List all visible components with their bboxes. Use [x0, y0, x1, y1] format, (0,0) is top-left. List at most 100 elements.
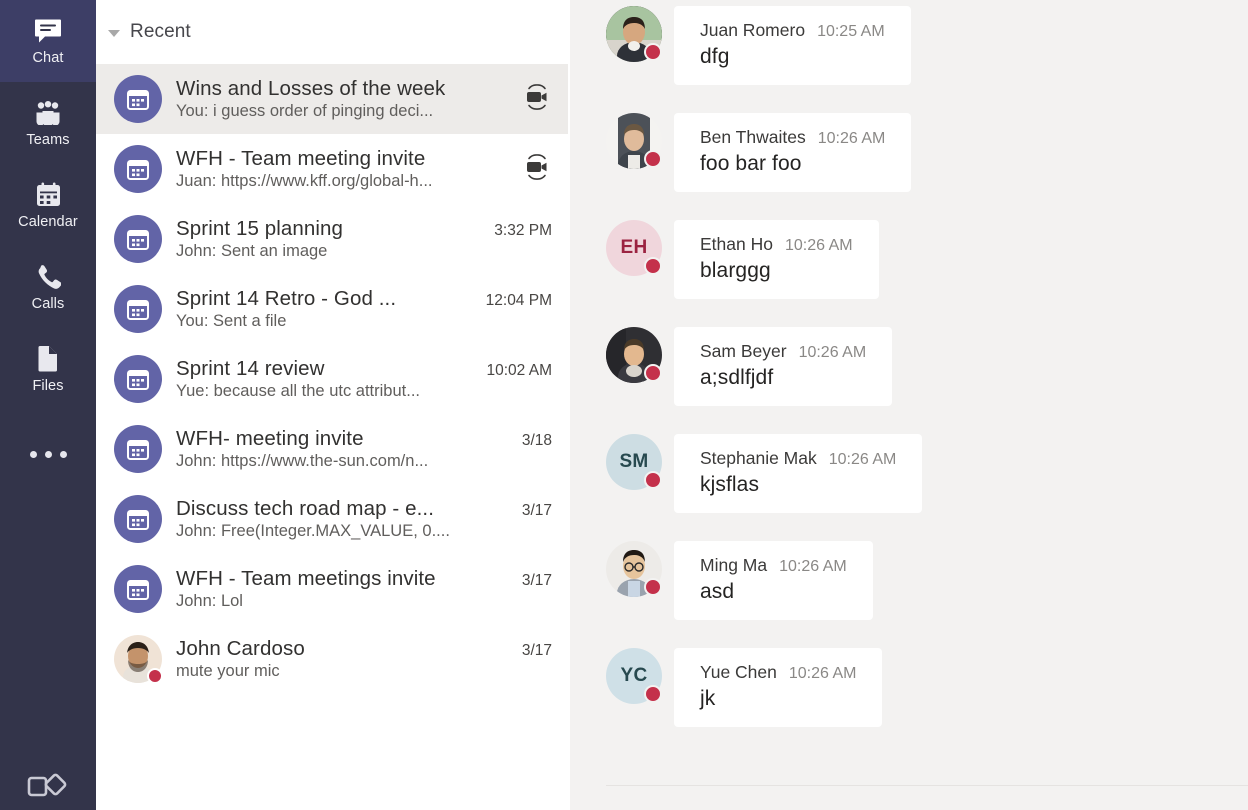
- rail-item-calls[interactable]: Calls: [0, 246, 96, 328]
- presence-busy-icon: [147, 668, 163, 684]
- chat-list-item-body: Discuss tech road map - e... 3/17 John: …: [176, 497, 552, 541]
- meeting-calendar-icon: [114, 285, 162, 333]
- chat-preview: John: Lol: [176, 592, 243, 610]
- avatar: [114, 355, 162, 403]
- meeting-calendar-icon: [114, 215, 162, 263]
- avatar[interactable]: EH: [606, 220, 662, 276]
- message-bubble: Juan Romero 10:25 AM dfg: [674, 6, 911, 85]
- chat-timestamp: 3/18: [521, 432, 552, 449]
- rail-item-files[interactable]: Files: [0, 328, 96, 410]
- avatar: [114, 635, 163, 684]
- chat-title: WFH - Team meeting invite: [176, 147, 426, 170]
- chat-list-item-body: WFH - Team meeting invite Juan: https://…: [176, 147, 502, 191]
- message-list-divider: [606, 785, 1248, 786]
- chat-list-item[interactable]: WFH- meeting invite 3/18 John: https://w…: [96, 414, 568, 484]
- meeting-calendar-icon: [114, 145, 162, 193]
- presence-busy-icon: [644, 150, 662, 168]
- chat-list-item[interactable]: John Cardoso 3/17 mute your mic: [96, 624, 568, 694]
- avatar: [114, 145, 162, 193]
- chat-list-item[interactable]: Wins and Losses of the week You: i guess…: [96, 64, 568, 134]
- chat-timestamp: 3:32 PM: [494, 222, 552, 239]
- chat-title: Sprint 15 planning: [176, 217, 344, 240]
- rail-item-calendar[interactable]: Calendar: [0, 164, 96, 246]
- teams-icon: [33, 99, 63, 127]
- message-timestamp: 10:25 AM: [817, 23, 885, 40]
- chat-title: John Cardoso: [176, 637, 305, 660]
- message-timestamp: 10:26 AM: [828, 451, 897, 468]
- avatar[interactable]: [606, 6, 662, 62]
- meeting-calendar-icon: [114, 355, 162, 403]
- rail-item-label: Chat: [32, 49, 64, 66]
- presence-busy-icon: [644, 578, 662, 596]
- message-timestamp: 10:26 AM: [788, 665, 857, 682]
- video-camera-icon[interactable]: [516, 83, 552, 116]
- chat-list-item-body: WFH - Team meetings invite 3/17 John: Lo…: [176, 567, 552, 611]
- message-text: kjsflas: [700, 473, 760, 496]
- video-camera-icon[interactable]: [516, 153, 552, 186]
- rail-apps-button[interactable]: [0, 766, 96, 810]
- ellipsis-icon: [29, 450, 37, 458]
- presence-busy-icon: [644, 471, 662, 489]
- message-bubble: Ethan Ho 10:26 AM blarggg: [674, 220, 879, 299]
- chat-list-item[interactable]: Discuss tech road map - e... 3/17 John: …: [96, 484, 568, 554]
- chat-list-item[interactable]: Sprint 14 Retro - God ... 12:04 PM You: …: [96, 274, 568, 344]
- message-sender: Ben Thwaites: [700, 127, 806, 147]
- message-sender: Ethan Ho: [700, 234, 773, 254]
- avatar[interactable]: YC: [606, 648, 662, 704]
- avatar: [114, 565, 162, 613]
- chat-preview: John: https://www.the-sun.com/n...: [176, 452, 429, 470]
- message-timestamp: 10:26 AM: [817, 130, 886, 147]
- avatar[interactable]: [606, 113, 662, 169]
- ellipsis-icon: [44, 450, 52, 458]
- chat-title: Wins and Losses of the week: [176, 77, 446, 100]
- chat-preview: You: i guess order of pinging deci...: [176, 102, 434, 120]
- message-bubble: Ben Thwaites 10:26 AM foo bar foo: [674, 113, 912, 192]
- message-sender: Stephanie Mak: [700, 448, 817, 468]
- message-timestamp: 10:26 AM: [784, 237, 853, 254]
- avatar[interactable]: SM: [606, 434, 662, 490]
- message-sender: Sam Beyer: [700, 341, 787, 361]
- rail-more-button[interactable]: [0, 424, 96, 484]
- chat-message: EH Ethan Ho 10:26 AM blarggg: [570, 220, 1248, 299]
- chat-message: Ben Thwaites 10:26 AM foo bar foo: [570, 113, 1248, 192]
- avatar[interactable]: [606, 327, 662, 383]
- chat-message: SM Stephanie Mak 10:26 AM kjsflas: [570, 434, 1248, 513]
- message-bubble: Stephanie Mak 10:26 AM kjsflas: [674, 434, 923, 513]
- chat-list-item-body: John Cardoso 3/17 mute your mic: [176, 637, 552, 681]
- phone-icon: [33, 263, 63, 291]
- meeting-calendar-icon: [114, 565, 162, 613]
- presence-busy-icon: [644, 685, 662, 703]
- chat-message-pane: Juan Romero 10:25 AM dfg Ben Thwaites 10…: [570, 0, 1248, 810]
- rail-item-chat[interactable]: Chat: [0, 0, 96, 82]
- message-bubble: Ming Ma 10:26 AM asd: [674, 541, 873, 620]
- meeting-calendar-icon: [114, 495, 162, 543]
- chat-title: WFH - Team meetings invite: [176, 567, 436, 590]
- chat-preview: John: Free(Integer.MAX_VALUE, 0....: [176, 522, 450, 540]
- chat-preview: Juan: https://www.kff.org/global-h...: [176, 172, 433, 190]
- message-text: jk: [700, 687, 716, 710]
- chat-list-panel: Recent Wins and Losses of the week You: …: [96, 0, 568, 810]
- chat-timestamp: 3/17: [521, 502, 552, 519]
- chat-message: Juan Romero 10:25 AM dfg: [570, 0, 1248, 85]
- rail-item-label: Files: [32, 377, 64, 394]
- message-sender: Ming Ma: [700, 555, 768, 575]
- chat-message: YC Yue Chen 10:26 AM jk: [570, 648, 1248, 727]
- chevron-down-icon[interactable]: [108, 29, 120, 37]
- message-bubble: Yue Chen 10:26 AM jk: [674, 648, 883, 727]
- message-timestamp: 10:26 AM: [798, 344, 867, 361]
- chat-list-item-body: Sprint 14 Retro - God ... 12:04 PM You: …: [176, 287, 552, 331]
- meeting-calendar-icon: [114, 425, 162, 473]
- chat-message: Sam Beyer 10:26 AM a;sdlfjdf: [570, 327, 1248, 406]
- chat-list-item[interactable]: WFH - Team meetings invite 3/17 John: Lo…: [96, 554, 568, 624]
- avatar[interactable]: [606, 541, 662, 597]
- chat-list-item[interactable]: Sprint 15 planning 3:32 PM John: Sent an…: [96, 204, 568, 274]
- ellipsis-icon: [59, 450, 67, 458]
- chat-timestamp: 3/17: [521, 642, 552, 659]
- chat-title: WFH- meeting invite: [176, 427, 364, 450]
- presence-busy-icon: [644, 364, 662, 382]
- recent-section-header[interactable]: Recent: [96, 0, 568, 64]
- chat-list-item[interactable]: Sprint 14 review 10:02 AM Yue: because a…: [96, 344, 568, 414]
- rail-item-teams[interactable]: Teams: [0, 82, 96, 164]
- chat-list-item[interactable]: WFH - Team meeting invite Juan: https://…: [96, 134, 568, 204]
- message-sender: Juan Romero: [700, 20, 806, 40]
